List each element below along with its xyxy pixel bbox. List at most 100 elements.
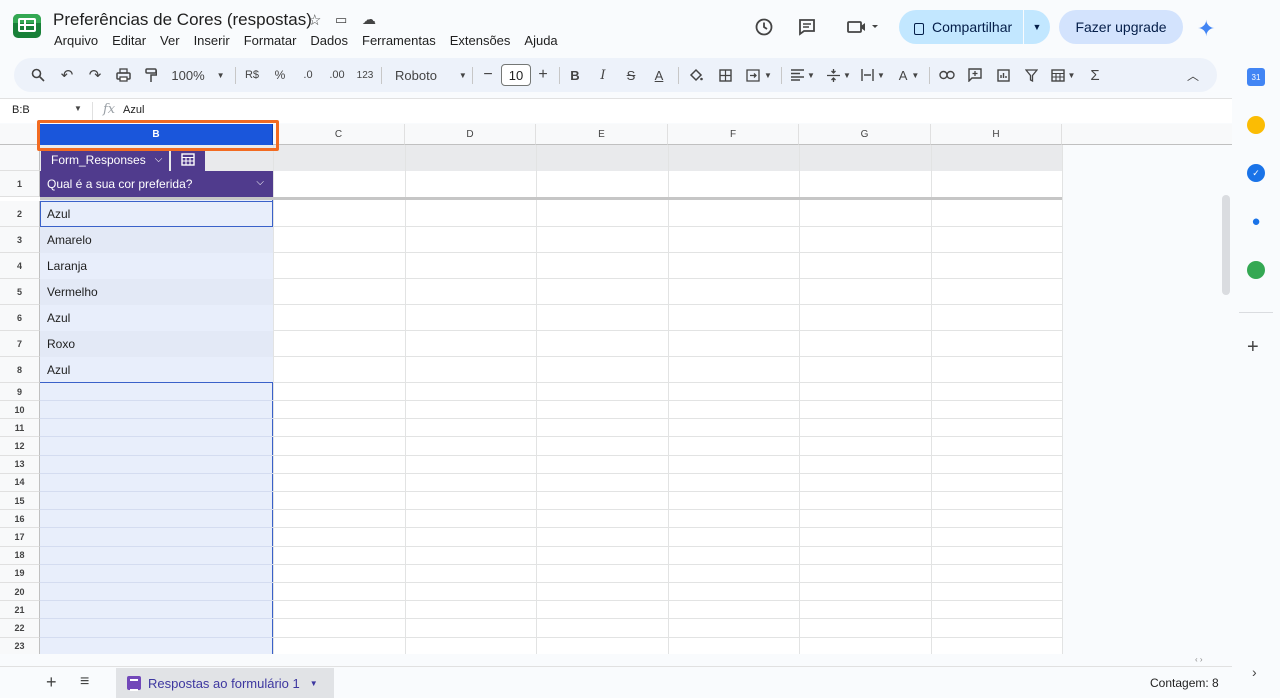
row-header[interactable]: 23 — [0, 637, 40, 654]
calendar-icon[interactable]: 31 — [1247, 68, 1265, 86]
print-icon[interactable] — [113, 60, 133, 90]
zoom-select[interactable]: 100% ▼ — [168, 60, 228, 90]
upgrade-button[interactable]: Fazer upgrade — [1059, 10, 1183, 44]
tasks-icon[interactable]: ✓ — [1247, 164, 1265, 182]
gemini-icon[interactable]: ✦ — [1197, 16, 1215, 42]
redo-icon[interactable]: ↷ — [85, 60, 105, 90]
row-header[interactable]: 4 — [0, 253, 40, 279]
menu-dados[interactable]: Dados — [310, 33, 348, 48]
row-header[interactable]: 17 — [0, 528, 40, 547]
menu-inserir[interactable]: Inserir — [194, 33, 230, 48]
row-header[interactable]: 21 — [0, 601, 40, 620]
decrease-font-size-icon[interactable]: − — [480, 60, 496, 90]
row-header[interactable]: 1 — [0, 171, 40, 197]
row-header[interactable]: 22 — [0, 619, 40, 638]
share-dropdown-button[interactable]: ▼ — [1024, 10, 1050, 44]
sheet-tab[interactable]: Respostas ao formulário 1 ▼ — [116, 668, 334, 698]
add-addon-icon[interactable]: + — [1247, 336, 1259, 359]
percent-format-button[interactable]: % — [270, 60, 290, 90]
row-header[interactable]: 20 — [0, 583, 40, 602]
row-header[interactable]: 2 — [0, 201, 40, 227]
menu-extensoes[interactable]: Extensões — [450, 33, 511, 48]
select-all-corner[interactable] — [0, 124, 40, 145]
share-button[interactable]: Compartilhar — [899, 10, 1023, 44]
increase-font-size-icon[interactable]: + — [535, 60, 551, 90]
insert-link-icon[interactable] — [937, 60, 957, 90]
spreadsheet-grid[interactable]: B C D E F G H 1 2 3 4 5 6 7 8 9 10 11 12 13 14 15 16 17 1… — [0, 124, 1232, 654]
italic-icon[interactable]: I — [594, 60, 612, 90]
row-header[interactable]: 14 — [0, 473, 40, 492]
row-header[interactable]: 15 — [0, 492, 40, 511]
row-header[interactable]: 7 — [0, 331, 40, 357]
table-cell[interactable]: Azul — [40, 357, 273, 383]
font-size-input[interactable]: 10 — [501, 64, 531, 86]
menu-formatar[interactable]: Formatar — [244, 33, 297, 48]
chevron-down-icon[interactable]: ▼ — [74, 104, 82, 113]
row-header[interactable]: 6 — [0, 305, 40, 331]
table-cell[interactable]: Roxo — [40, 331, 273, 357]
row-header[interactable]: 11 — [0, 419, 40, 438]
text-wrapping-icon[interactable]: ▼ — [859, 60, 887, 90]
horizontal-scroll-arrows[interactable]: ‹ › — [1195, 655, 1221, 665]
table-name-chip[interactable]: Form_Responses ⌵ — [41, 148, 169, 171]
strikethrough-icon[interactable]: S — [622, 60, 640, 90]
version-history-icon[interactable] — [750, 13, 778, 41]
table-cell[interactable]: Azul — [40, 305, 273, 331]
font-select[interactable]: Roboto ▼ — [390, 60, 467, 90]
column-header-d[interactable]: D — [405, 124, 536, 145]
row-header[interactable]: 3 — [0, 227, 40, 253]
name-box[interactable]: B:B — [12, 104, 30, 116]
merge-cells-icon[interactable]: ▼ — [744, 60, 774, 90]
table-view-icon[interactable] — [171, 148, 205, 171]
undo-icon[interactable]: ↶ — [57, 60, 77, 90]
row-header[interactable]: 8 — [0, 357, 40, 383]
column-header-g[interactable]: G — [799, 124, 931, 145]
table-cell[interactable]: Amarelo — [40, 227, 273, 253]
table-cell[interactable]: Azul — [40, 201, 273, 227]
table-view-icon[interactable]: ▼ — [1047, 60, 1079, 90]
meet-icon[interactable] — [842, 13, 882, 41]
paint-format-icon[interactable] — [141, 60, 161, 90]
column-header-f[interactable]: F — [668, 124, 799, 145]
menu-ferramentas[interactable]: Ferramentas — [362, 33, 436, 48]
column-header-h[interactable]: H — [931, 124, 1062, 145]
table-cell[interactable]: Laranja — [40, 253, 273, 279]
bold-icon[interactable]: B — [566, 60, 584, 90]
menu-editar[interactable]: Editar — [112, 33, 146, 48]
number-format-button[interactable]: 123 — [354, 60, 376, 90]
decrease-decimal-button[interactable]: .0 — [297, 60, 319, 90]
chevron-down-icon[interactable]: ▼ — [310, 679, 318, 688]
fill-color-icon[interactable] — [686, 60, 704, 90]
menu-arquivo[interactable]: Arquivo — [54, 33, 98, 48]
menu-ver[interactable]: Ver — [160, 33, 180, 48]
expand-panel-icon[interactable]: › — [1252, 664, 1257, 680]
maps-icon[interactable] — [1247, 261, 1265, 279]
cloud-status-icon[interactable]: ☁ — [362, 11, 376, 28]
column-header-e[interactable]: E — [536, 124, 668, 145]
table-column-header[interactable]: Qual é a sua cor preferida? ⌵ — [40, 171, 273, 197]
row-header[interactable]: 13 — [0, 455, 40, 474]
status-count[interactable]: Contagem: 8 — [1150, 676, 1219, 690]
collapse-toolbar-icon[interactable]: ︿ — [1183, 60, 1203, 90]
insert-comment-icon[interactable] — [965, 60, 985, 90]
currency-format-button[interactable]: R$ — [242, 60, 262, 90]
sheets-logo[interactable] — [13, 14, 41, 38]
table-cell[interactable]: Vermelho — [40, 279, 273, 305]
row-header[interactable]: 5 — [0, 279, 40, 305]
horizontal-align-icon[interactable]: ▼ — [789, 60, 817, 90]
increase-decimal-button[interactable]: .00 — [325, 60, 349, 90]
row-header[interactable]: 18 — [0, 546, 40, 565]
vertical-scrollbar[interactable] — [1220, 195, 1232, 297]
text-rotation-icon[interactable]: A ▼ — [895, 60, 923, 90]
row-header[interactable]: 9 — [0, 383, 40, 401]
filter-icon[interactable] — [1021, 60, 1041, 90]
all-sheets-icon[interactable]: ≡ — [80, 673, 89, 691]
frozen-row-divider[interactable] — [40, 197, 1062, 200]
row-header[interactable]: 12 — [0, 437, 40, 456]
insert-chart-icon[interactable] — [993, 60, 1013, 90]
add-sheet-icon[interactable]: + — [46, 672, 57, 693]
contacts-icon[interactable]: ● — [1247, 212, 1265, 230]
document-title[interactable]: Preferências de Cores (respostas) — [53, 10, 312, 30]
comments-icon[interactable] — [793, 13, 821, 41]
row-header[interactable]: 16 — [0, 510, 40, 529]
